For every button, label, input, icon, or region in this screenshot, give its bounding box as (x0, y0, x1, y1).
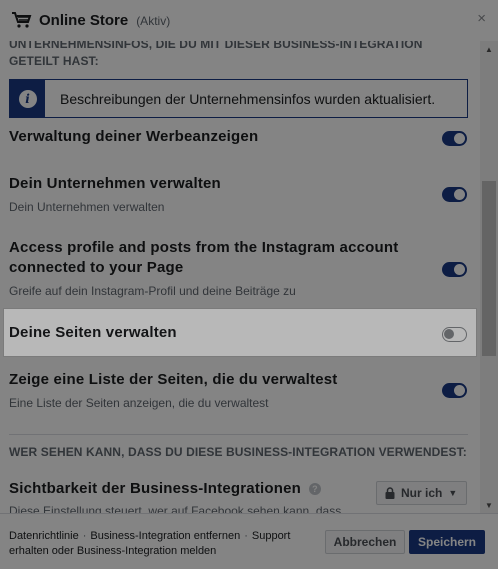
permission-item: Verwaltung deiner Werbeanzeigen (9, 127, 449, 147)
status-label: (Aktiv) (136, 13, 171, 28)
section-divider (9, 434, 468, 435)
toggle-manage-pages[interactable] (442, 327, 467, 342)
permission-subtitle: Dein Unternehmen verwalten (9, 200, 165, 214)
toggle-knob (454, 133, 465, 144)
toggle-business-management[interactable] (442, 187, 467, 202)
permission-title: Dein Unternehmen verwalten (9, 175, 221, 192)
info-icon-box: i (10, 80, 45, 117)
toggle-list-pages[interactable] (442, 383, 467, 398)
toggle-knob (454, 385, 465, 396)
toggle-knob (444, 329, 454, 339)
permission-title: Verwaltung deiner Werbeanzeigen (9, 128, 259, 145)
permission-title: Access profile and posts from the Instag… (9, 239, 399, 276)
separator: · (244, 530, 248, 542)
separator: · (82, 530, 87, 542)
permission-title: Deine Seiten verwalten (9, 324, 177, 341)
scrollbar-thumb[interactable] (482, 181, 496, 356)
close-icon[interactable]: × (477, 11, 486, 26)
dropdown-value: Nur ich (401, 486, 443, 500)
permission-subtitle: Greife auf dein Instagram-Profil und dei… (9, 284, 296, 298)
visibility-title-text: Sichtbarkeit der Business-Integrationen (9, 480, 302, 497)
cancel-button[interactable]: Abbrechen (325, 530, 405, 554)
toggle-knob (454, 189, 465, 200)
dialog-title: Online Store (39, 12, 129, 29)
permission-item: Zeige eine Liste der Seiten, die du verw… (9, 370, 449, 410)
scroll-up-arrow-icon[interactable]: ▲ (480, 41, 498, 57)
visibility-title: Sichtbarkeit der Business-Integrationen … (9, 480, 322, 497)
permission-subtitle: Eine Liste der Seiten anzeigen, die du v… (9, 396, 269, 410)
permissions-scroll-area[interactable]: UNTERNEHMENSINFOS, DIE DU MIT DIESER BUS… (0, 41, 480, 513)
toggle-instagram-access[interactable] (442, 262, 467, 277)
scroll-down-arrow-icon[interactable]: ▼ (480, 497, 498, 513)
section-heading-shared-info: UNTERNEHMENSINFOS, DIE DU MIT DIESER BUS… (9, 41, 423, 68)
shopping-cart-icon (12, 11, 32, 31)
permission-item: Dein Unternehmen verwalten Dein Unterneh… (9, 174, 449, 214)
chevron-down-icon: ▼ (448, 488, 458, 498)
integration-dialog: Online Store (Aktiv) × UNTERNEHMENSINFOS… (0, 0, 498, 569)
permission-item: Deine Seiten verwalten (9, 323, 449, 343)
toggle-knob (454, 264, 465, 275)
lock-icon (385, 487, 395, 499)
toggle-ads-management[interactable] (442, 131, 467, 146)
dialog-footer: Datenrichtlinie · Business-Integration ent… (0, 513, 498, 569)
privacy-policy-link[interactable]: Datenrichtlinie (9, 530, 79, 542)
footer-links: Datenrichtlinie · Business-Integration ent… (9, 529, 309, 559)
permission-title: Zeige eine Liste der Seiten, die du verw… (9, 371, 338, 388)
visibility-subtitle: Diese Einstellung steuert, wer auf Faceb… (9, 504, 342, 513)
remove-integration-link[interactable]: Business-Integration entfernen (90, 530, 240, 542)
info-banner-text: Beschreibungen der Unternehmensinfos wur… (60, 90, 436, 107)
info-icon: i (18, 89, 37, 108)
section-heading-visibility: WER SEHEN KANN, DASS DU DIESE BUSINESS-I… (9, 445, 467, 459)
permission-item: Access profile and posts from the Instag… (9, 238, 409, 298)
info-banner: i Beschreibungen der Unternehmensinfos w… (9, 79, 468, 118)
dialog-header: Online Store (Aktiv) × (0, 0, 498, 41)
save-button[interactable]: Speichern (409, 530, 485, 554)
visibility-dropdown[interactable]: Nur ich ▼ (376, 481, 467, 505)
question-mark-icon[interactable]: ? (309, 482, 322, 495)
scrollbar[interactable]: ▲ ▼ (480, 41, 498, 513)
